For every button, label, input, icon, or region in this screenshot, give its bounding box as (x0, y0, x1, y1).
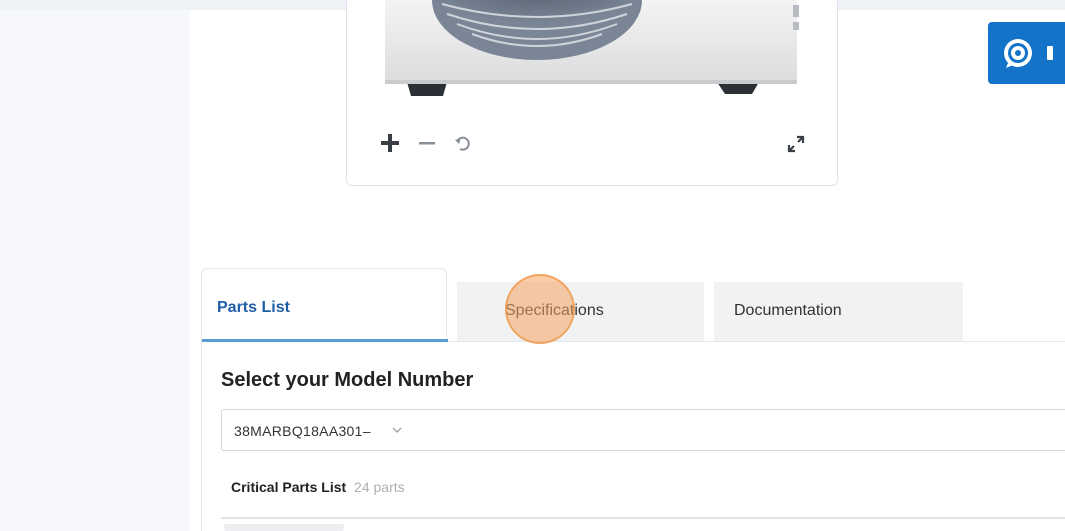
model-number-value: 38MARBQ18AA301– (234, 423, 371, 439)
tab-label: Specifications (505, 302, 604, 319)
left-gutter (0, 10, 190, 531)
zoom-out-icon[interactable] (417, 132, 439, 154)
parts-count: 24 parts (354, 479, 405, 495)
divider (221, 517, 1065, 519)
tab-parts-list[interactable]: Parts List (201, 268, 448, 342)
panel-left-border (201, 341, 202, 531)
panel-top-border (447, 341, 1065, 342)
zoom-in-icon[interactable] (379, 132, 401, 154)
chat-button[interactable] (988, 22, 1065, 84)
tab-specifications[interactable]: Specifications (457, 282, 704, 341)
parts-list-title: Critical Parts List (231, 479, 347, 495)
tab-documentation[interactable]: Documentation (714, 282, 963, 341)
chevron-down-icon (392, 427, 402, 433)
chat-bubble-icon (1004, 39, 1032, 68)
product-image-viewer (346, 0, 838, 186)
chat-label-fragment (1047, 46, 1053, 60)
model-number-select[interactable]: 38MARBQ18AA301– (221, 409, 1065, 451)
tab-label: Parts List (217, 299, 290, 316)
expand-icon[interactable] (785, 133, 807, 155)
product-image (385, 0, 799, 96)
active-tab-indicator (202, 339, 448, 342)
parts-list-header: Critical Parts List 24 parts (231, 479, 405, 495)
rotate-icon[interactable] (452, 132, 474, 154)
tab-label: Documentation (734, 302, 842, 319)
section-title: Select your Model Number (221, 369, 474, 391)
list-item-partial (224, 524, 344, 531)
